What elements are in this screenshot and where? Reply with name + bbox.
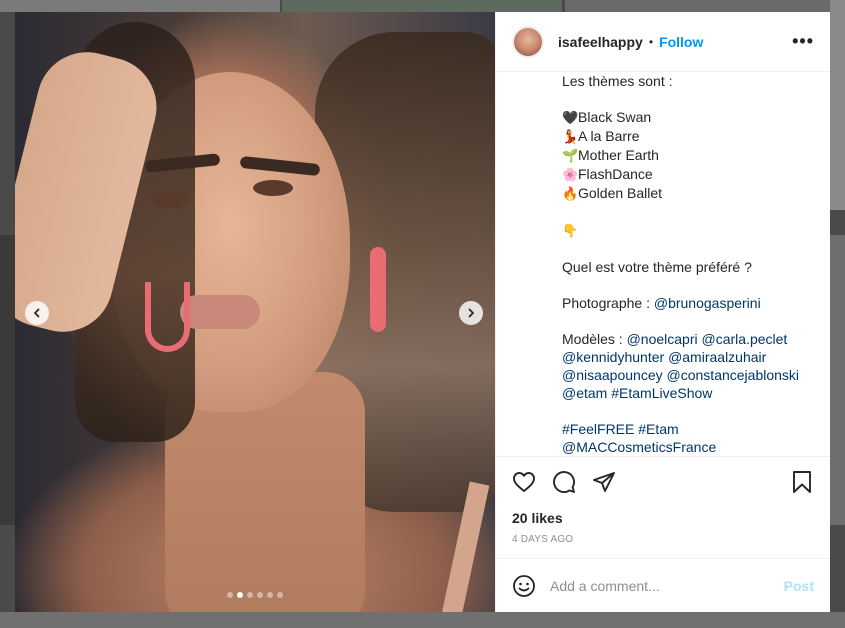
post-photo[interactable] [15,12,495,612]
bookmark-icon[interactable] [790,470,814,494]
caption-text: Black Swan [578,109,652,125]
caption-mention-link[interactable]: @amiraalzuhair [668,349,766,365]
chevron-right-icon [468,308,474,318]
caption-line [562,240,814,258]
comment-bubble-icon[interactable] [552,470,576,494]
paper-plane-icon[interactable] [592,470,616,494]
caption-mention-link[interactable]: @nisaapouncey [562,367,663,383]
photo-earring [370,247,386,332]
caption-text: Quel est votre thème préféré ? [562,259,752,275]
caption-emoji: 🌸 [562,167,579,182]
caption-line: 👇 [562,221,814,240]
caption-line [562,402,814,420]
post-modal: isafeelhappy • Follow ••• Les thèmes son… [15,12,830,612]
more-options-button[interactable]: ••• [792,31,814,52]
post-date[interactable]: 4 DAYS AGO [496,530,830,552]
caption-line: @nisaapouncey @constancejablonski [562,366,814,384]
caption-mention-link[interactable]: @noelcapri [627,331,698,347]
caption-line [562,203,814,221]
caption-mention-link[interactable]: @carla.peclet [702,331,788,347]
caption-line [562,276,814,294]
caption-line: Modèles : @noelcapri @carla.peclet [562,330,814,348]
background-tile [0,235,15,525]
caption-text: Mother Earth [578,147,659,163]
caption-mention-link[interactable]: @brunogasperini [654,295,761,311]
caption-text: Golden Ballet [578,185,663,201]
caption-line [562,90,814,108]
caption-emoji: 🖤 [562,110,579,125]
caption-line: 🌱Mother Earth [562,146,814,165]
caption-line: @etam #EtamLiveShow [562,384,814,402]
caption-text: Modèles : [562,331,627,347]
carousel-dot [277,592,283,598]
post-comment-button[interactable]: Post [784,578,814,594]
username-link[interactable]: isafeelhappy [558,34,643,50]
likes-count[interactable]: 20 likes [496,506,830,530]
photo-eye [150,192,190,208]
caption-line: 🔥Golden Ballet [562,184,814,203]
caption-text: Photographe : [562,295,654,311]
background-tile [0,612,845,628]
caption-line: 🖤Black Swan [562,108,814,127]
carousel-prev-button[interactable] [25,301,49,325]
caption-mention-link[interactable]: @constancejablonski [667,367,800,383]
background-tile [830,0,845,210]
photo-eye [253,180,293,196]
background-tile [0,0,280,12]
carousel-dot [257,592,263,598]
caption-text: FlashDance [578,166,653,182]
caption-mention-link[interactable]: @kennidyhunter [562,349,664,365]
follow-button[interactable]: Follow [659,34,703,50]
caption-line: #FeelFREE #Etam [562,420,814,438]
background-tile [565,0,845,12]
post-caption: Les thèmes sont : 🖤Black Swan 💃A la Barre 🌱… [496,72,830,456]
post-side-panel: isafeelhappy • Follow ••• Les thèmes son… [495,12,830,612]
action-bar [496,456,830,506]
caption-line: @kennidyhunter @amiraalzuhair [562,348,814,366]
caption-line: 💃A la Barre [562,127,814,146]
background-tile [282,0,562,12]
caption-mention-link[interactable]: #FeelFREE [562,421,634,437]
smiley-icon[interactable] [512,574,536,598]
caption-emoji: 👇 [562,223,579,238]
post-header: isafeelhappy • Follow ••• [496,12,830,72]
carousel-dots [15,592,495,598]
caption-text: Les thèmes sont : [562,73,673,89]
carousel-dot [267,592,273,598]
caption-mention-link[interactable]: #EtamLiveShow [611,385,712,401]
caption-emoji: 🌱 [562,148,579,163]
caption-mention-link[interactable]: @MACCosmeticsFrance [562,439,716,455]
carousel-dot [247,592,253,598]
heart-icon[interactable] [512,470,536,494]
photo-earring [145,282,190,352]
caption-line: @MACCosmeticsFrance [562,438,814,456]
caption-line: Les thèmes sont : [562,72,814,90]
carousel-dot [227,592,233,598]
caption-line: Quel est votre thème préféré ? [562,258,814,276]
background-tile [830,235,845,525]
caption-emoji: 💃 [562,129,579,144]
comment-input[interactable] [550,577,784,594]
caption-mention-link[interactable]: @etam [562,385,607,401]
avatar[interactable] [512,25,544,58]
carousel-next-button[interactable] [459,301,483,325]
caption-emoji: 🔥 [562,186,579,201]
comment-bar: Post [496,558,830,612]
carousel-dot [237,592,243,598]
caption-line: Photographe : @brunogasperini [562,294,814,312]
header-separator: • [648,34,654,49]
caption-line [562,312,814,330]
photo-lips [180,295,260,329]
caption-mention-link[interactable]: #Etam [638,421,678,437]
caption-text: A la Barre [578,128,640,144]
chevron-left-icon [34,308,40,318]
caption-line: 🌸FlashDance [562,165,814,184]
